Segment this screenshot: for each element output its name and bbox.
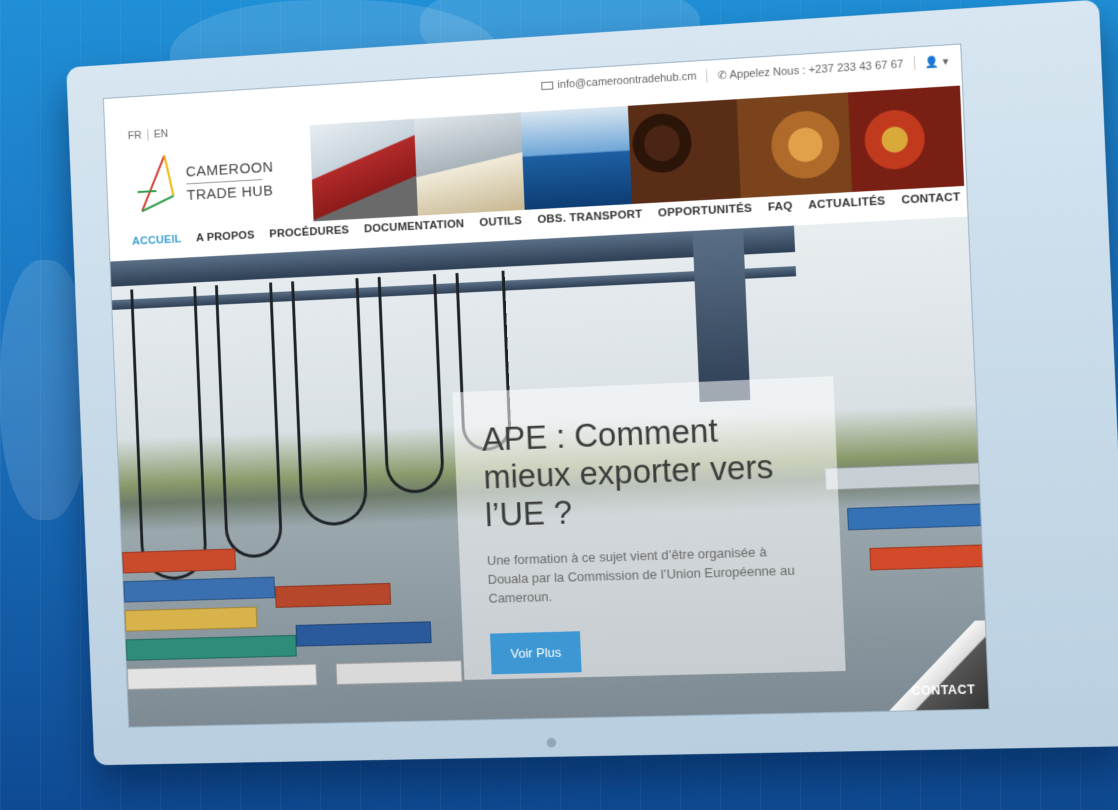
logo-text-line2: TRADE HUB [186, 182, 274, 204]
hero-slider: APE : Comment mieux exporter vers l’UE ?… [110, 216, 990, 728]
hero-card: APE : Comment mieux exporter vers l’UE ?… [452, 376, 846, 680]
user-icon: 👤 [924, 55, 940, 69]
nav-documentation[interactable]: DOCUMENTATION [364, 218, 465, 235]
banner-image-ship [520, 105, 632, 210]
monitor-frame: info@cameroontradehub.cm ✆ Appelez Nous … [66, 0, 1118, 766]
container-stack [869, 544, 985, 571]
container-stack [824, 462, 982, 491]
nav-faq[interactable]: FAQ [768, 200, 793, 213]
nav-opportunites[interactable]: OPPORTUNITÉS [658, 203, 753, 220]
voir-plus-button[interactable]: Voir Plus [490, 631, 582, 675]
email-link[interactable]: info@cameroontradehub.cm [541, 70, 697, 92]
container-stack [123, 576, 276, 603]
lang-en[interactable]: EN [154, 128, 169, 141]
user-menu[interactable]: 👤 ▾ [925, 54, 949, 69]
phone-info: ✆ Appelez Nous : +237 233 43 67 67 [717, 57, 904, 82]
banner-image-cocoa [847, 85, 965, 193]
banner-image-nuts [736, 92, 852, 199]
lang-fr[interactable]: FR [128, 130, 142, 142]
container-stack [335, 660, 463, 685]
container-stack [126, 663, 318, 690]
container-stack [295, 621, 432, 647]
crane-cable [377, 274, 445, 495]
nav-accueil[interactable]: ACCUEIL [132, 233, 182, 247]
divider [706, 68, 708, 83]
container-stack [124, 606, 258, 632]
divider [146, 129, 149, 141]
nav-obs-transport[interactable]: OBS. TRANSPORT [537, 208, 643, 226]
page-curl-contact[interactable]: CONTACT [872, 620, 990, 714]
crane-cable [214, 282, 284, 559]
site-logo[interactable]: CAMEROON TRADE HUB [130, 143, 284, 230]
nav-outils[interactable]: OUTILS [479, 215, 522, 229]
browser-screen: info@cameroontradehub.cm ✆ Appelez Nous … [102, 43, 990, 728]
top-contact-bar: info@cameroontradehub.cm ✆ Appelez Nous … [541, 54, 949, 94]
logo-mark-icon [130, 153, 179, 214]
container-stack [274, 582, 392, 608]
phone-icon: ✆ [717, 68, 730, 82]
container-stack [847, 503, 983, 531]
nav-a-propos[interactable]: A PROPOS [196, 229, 255, 244]
banner-image-containers [309, 118, 419, 222]
crane-tower [692, 228, 751, 403]
hero-text: Une formation à ce sujet vient d’être or… [486, 543, 795, 606]
crane-cable [130, 286, 208, 581]
caret-down-icon: ▾ [939, 55, 949, 68]
banner-image-coffee [627, 99, 742, 205]
nav-contact[interactable]: CONTACT [901, 191, 961, 206]
envelope-icon [541, 81, 554, 91]
hero-title: APE : Comment mieux exporter vers l’UE ? [481, 411, 775, 534]
banner-image-cargo [414, 112, 525, 216]
logo-text-line1: CAMEROON [185, 158, 274, 181]
language-switcher: FR EN [128, 128, 169, 142]
contact-corner-label: CONTACT [911, 682, 976, 699]
nav-procedures[interactable]: PROCÉDURES [269, 224, 349, 240]
crane-cable [291, 278, 369, 527]
container-stack [122, 548, 237, 574]
apple-logo-icon: ● [544, 728, 559, 754]
nav-actualites[interactable]: ACTUALITÉS [808, 195, 886, 211]
container-stack [125, 634, 297, 661]
divider [913, 55, 916, 70]
